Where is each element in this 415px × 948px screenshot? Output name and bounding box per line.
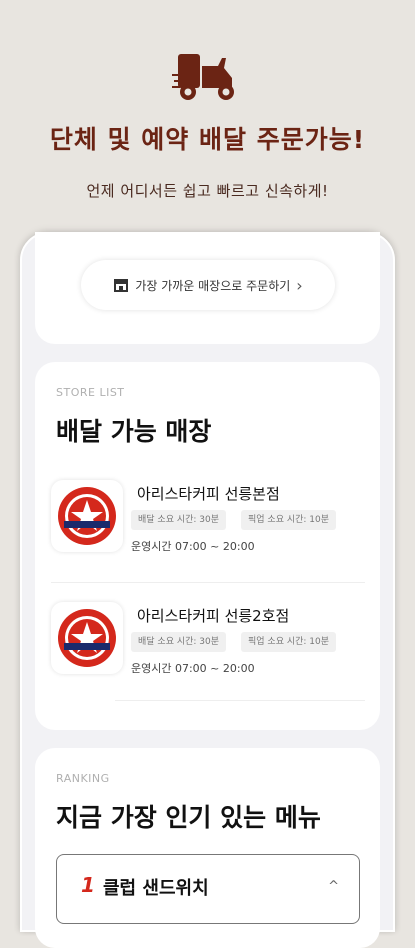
store-icon — [114, 279, 129, 292]
store-list-title: 배달 가능 매장 — [56, 417, 212, 446]
store-hours: 운영시간 07:00 ~ 20:00 — [131, 662, 255, 675]
nearest-store-button[interactable]: 가장 가까운 매장으로 주문하기 › — [81, 260, 335, 310]
delivery-time-badge: 배달 소요 시간: 30분 — [131, 510, 227, 530]
store-logo — [51, 480, 123, 552]
arista-coffee-logo-icon — [58, 609, 116, 667]
store-name: 아리스타커피 선릉본점 — [137, 485, 280, 503]
store-list-card: STORE LIST 배달 가능 매장 아리스타커피 선릉본점 배달 소요 시간… — [35, 362, 380, 730]
store-list-label: STORE LIST — [56, 386, 125, 399]
nearest-store-label: 가장 가까운 매장으로 주문하기 — [135, 278, 291, 293]
store-hours: 운영시간 07:00 ~ 20:00 — [131, 540, 255, 553]
delivery-time-badge: 배달 소요 시간: 30분 — [131, 632, 227, 652]
store-item[interactable]: 아리스타커피 선릉본점 배달 소요 시간: 30분 픽업 소요 시간: 10분 … — [51, 480, 359, 590]
delivery-scooter-icon — [172, 54, 234, 100]
ranking-item[interactable]: 1 클럽 샌드위치 ^ — [56, 854, 360, 924]
ranking-card: RANKING 지금 가장 인기 있는 메뉴 1 클럽 샌드위치 ^ — [35, 748, 380, 948]
store-name: 아리스타커피 선릉2호점 — [137, 607, 290, 625]
phone-frame: 가장 가까운 매장으로 주문하기 › STORE LIST 배달 가능 매장 아… — [20, 232, 395, 948]
arista-coffee-logo-icon — [58, 487, 116, 545]
chevron-up-icon[interactable]: ^ — [328, 879, 339, 894]
store-logo — [51, 602, 123, 674]
ranking-title: 지금 가장 인기 있는 메뉴 — [56, 803, 321, 832]
store-divider — [51, 582, 365, 583]
store-item[interactable]: 아리스타커피 선릉2호점 배달 소요 시간: 30분 픽업 소요 시간: 10분… — [51, 602, 359, 712]
chevron-right-icon: › — [296, 275, 303, 295]
store-divider — [115, 700, 365, 701]
ranking-label: RANKING — [56, 772, 110, 785]
rank-number: 1 — [81, 873, 95, 897]
rank-menu-name: 클럽 샌드위치 — [103, 878, 209, 899]
hero-headline: 단체 및 예약 배달 주문가능! — [49, 125, 366, 154]
nearest-store-card: 가장 가까운 매장으로 주문하기 › — [35, 232, 380, 344]
pickup-time-badge: 픽업 소요 시간: 10분 — [241, 510, 337, 530]
hero-banner: 단체 및 예약 배달 주문가능! 언제 어디서든 쉽고 빠르고 신속하게! — [0, 0, 415, 232]
pickup-time-badge: 픽업 소요 시간: 10분 — [241, 632, 337, 652]
hero-subline: 언제 어디서든 쉽고 빠르고 신속하게! — [86, 182, 329, 200]
